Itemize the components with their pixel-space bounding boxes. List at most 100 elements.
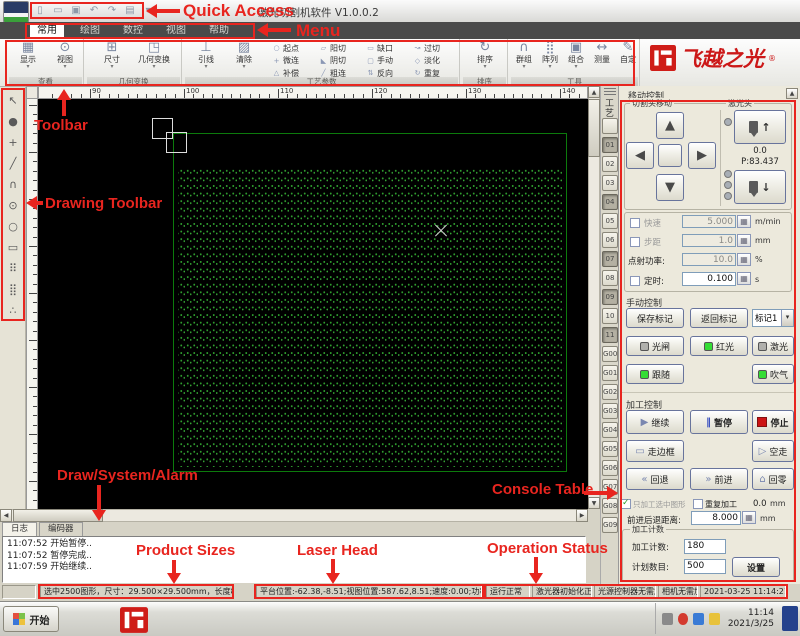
- settings-button[interactable]: 设置: [732, 557, 780, 577]
- ribbon-group-button[interactable]: ∩群组▾: [512, 40, 536, 76]
- backward-button[interactable]: «回退: [626, 468, 684, 490]
- jog-up-button[interactable]: ▲: [656, 112, 684, 139]
- mark-select[interactable]: 标记1 ▾: [752, 309, 794, 327]
- ribbon-view-button[interactable]: ⊙视图▾: [48, 40, 82, 76]
- scroll-up-button[interactable]: ▲: [588, 86, 600, 98]
- laser-head-up-button[interactable]: ↑: [734, 110, 786, 144]
- undo-icon[interactable]: ↶: [87, 4, 101, 18]
- ribbon-manual-button[interactable]: ▢手动: [366, 55, 412, 67]
- ribbon-lead-line-button[interactable]: ⊥引线▾: [188, 40, 224, 76]
- ribbon-coarse-joint-button[interactable]: ╱粗连: [319, 67, 365, 79]
- ribbon-measure-button[interactable]: ↔测量: [590, 40, 614, 76]
- chevron-down-icon[interactable]: ▾: [781, 310, 793, 326]
- follow-button[interactable]: 跟随: [626, 364, 684, 384]
- menu-tab-0[interactable]: 常用: [30, 23, 64, 38]
- circle-tool[interactable]: ○: [3, 217, 23, 237]
- blow-air-button[interactable]: 吹气: [752, 364, 794, 384]
- ribbon-transform-button[interactable]: ◳几何变换▾: [136, 40, 172, 76]
- dry-run-button[interactable]: ▷空走: [752, 440, 794, 462]
- layer-button-G03[interactable]: G03: [602, 403, 618, 419]
- menu-tab-1[interactable]: 绘图: [73, 23, 107, 38]
- forward-button[interactable]: »前进: [690, 468, 748, 490]
- ribbon-display-button[interactable]: ▦显示▾: [11, 40, 45, 76]
- ribbon-overcut-button[interactable]: ↝过切: [413, 42, 459, 54]
- layer-button-09[interactable]: 09: [602, 289, 618, 305]
- plan-input[interactable]: 500: [684, 559, 726, 574]
- save-icon[interactable]: ▣: [69, 4, 83, 18]
- new-file-icon[interactable]: ▯: [33, 4, 47, 18]
- fast-keypad-icon[interactable]: ▦: [737, 215, 751, 228]
- print-icon[interactable]: ▤: [123, 4, 137, 18]
- tray-update-icon[interactable]: [662, 613, 673, 625]
- ribbon-repeat-button[interactable]: ↻重复: [413, 67, 459, 79]
- layer-button-G02[interactable]: G02: [602, 384, 618, 400]
- ribbon-array-button[interactable]: ⣿阵列▾: [538, 40, 562, 76]
- layer-button-08[interactable]: 08: [602, 270, 618, 286]
- distance-keypad-icon[interactable]: ▦: [742, 511, 756, 524]
- ribbon-sort-button[interactable]: ↻排序▾: [466, 40, 504, 76]
- layer-button-G00[interactable]: G00: [602, 346, 618, 362]
- only-selected-checkbox[interactable]: [621, 499, 631, 509]
- vertical-scroll-thumb[interactable]: [588, 99, 600, 157]
- jog-left-button[interactable]: ◀: [626, 142, 654, 169]
- laser-button[interactable]: 激光: [752, 336, 794, 356]
- pause-button[interactable]: ‖暂停: [690, 410, 748, 434]
- laser-head-down-button[interactable]: ↓: [734, 170, 786, 204]
- red-light-button[interactable]: 红光: [690, 336, 748, 356]
- line-tool[interactable]: ╱: [3, 154, 23, 174]
- layer-button-G06[interactable]: G06: [602, 460, 618, 476]
- circle-center-tool[interactable]: ⊙: [3, 196, 23, 216]
- horizontal-scroll-thumb[interactable]: [13, 509, 103, 522]
- layer-button-G07[interactable]: G07: [602, 479, 618, 495]
- timer-keypad-icon[interactable]: ▦: [737, 272, 751, 285]
- layer-button-G01[interactable]: G01: [602, 365, 618, 381]
- rect-tool[interactable]: ▭: [3, 238, 23, 258]
- ribbon-female-cut-button[interactable]: ◣阴切: [319, 55, 365, 67]
- open-file-icon[interactable]: ▭: [51, 4, 65, 18]
- step-keypad-icon[interactable]: ▦: [737, 234, 751, 247]
- layer-button-06[interactable]: 06: [602, 232, 618, 248]
- tray-lock-icon[interactable]: [709, 613, 720, 625]
- layer-button-05[interactable]: 05: [602, 213, 618, 229]
- layer-button-G08[interactable]: G08: [602, 498, 618, 514]
- scroll-down-button[interactable]: ▼: [588, 497, 600, 509]
- menu-tab-2[interactable]: 数控: [116, 23, 150, 38]
- fast-checkbox[interactable]: [630, 218, 640, 228]
- layer-button-G05[interactable]: G05: [602, 441, 618, 457]
- timer-checkbox[interactable]: [630, 276, 640, 286]
- jog-right-button[interactable]: ▶: [688, 142, 716, 169]
- scroll-right-button[interactable]: ▶: [576, 509, 588, 522]
- tray-shield-icon[interactable]: [693, 613, 704, 625]
- start-button[interactable]: 开始: [3, 606, 59, 632]
- ribbon-clear-button[interactable]: ▨清除▾: [226, 40, 262, 76]
- ribbon-compensation-button[interactable]: △补偿: [272, 67, 318, 79]
- ribbon-custom-button[interactable]: ✎自定: [616, 40, 640, 76]
- node-edit-tool[interactable]: ●: [3, 112, 23, 132]
- layer-button-10[interactable]: 10: [602, 308, 618, 324]
- more-icon[interactable]: ▾: [141, 4, 155, 18]
- redo-icon[interactable]: ↷: [105, 4, 119, 18]
- scatter-tool[interactable]: ∴: [3, 301, 23, 321]
- panel-scroll-up-button[interactable]: ▲: [786, 88, 798, 99]
- jog-center-button[interactable]: [658, 144, 682, 167]
- ribbon-combine-button[interactable]: ▣组合▾: [564, 40, 588, 76]
- layer-button-G04[interactable]: G04: [602, 422, 618, 438]
- layer-button-04[interactable]: 04: [602, 194, 618, 210]
- taskbar-app-button[interactable]: [120, 607, 148, 633]
- language-bar[interactable]: [782, 606, 798, 631]
- layer-button-07[interactable]: 07: [602, 251, 618, 267]
- menu-tab-3[interactable]: 视图: [159, 23, 193, 38]
- ribbon-start-point-button[interactable]: ○起点: [272, 42, 318, 54]
- ribbon-notch-button[interactable]: ▭缺口: [366, 42, 412, 54]
- ribbon-size-button[interactable]: ⊞尺寸▾: [94, 40, 130, 76]
- ribbon-fade-button[interactable]: ◇淡化: [413, 55, 459, 67]
- timer-input[interactable]: 0.100: [682, 272, 736, 286]
- tray-clock[interactable]: 11:142021/3/25: [728, 608, 774, 630]
- dot-matrix-tool-2[interactable]: ⣿: [3, 280, 23, 300]
- layer-button-02[interactable]: 02: [602, 156, 618, 172]
- menu-tab-4[interactable]: 帮助: [202, 23, 236, 38]
- fast-input[interactable]: 5.000: [682, 215, 736, 228]
- arc-tool[interactable]: ∩: [3, 175, 23, 195]
- log-tab-1[interactable]: 编码器: [39, 522, 83, 536]
- return-mark-button[interactable]: 返回标记: [690, 308, 748, 328]
